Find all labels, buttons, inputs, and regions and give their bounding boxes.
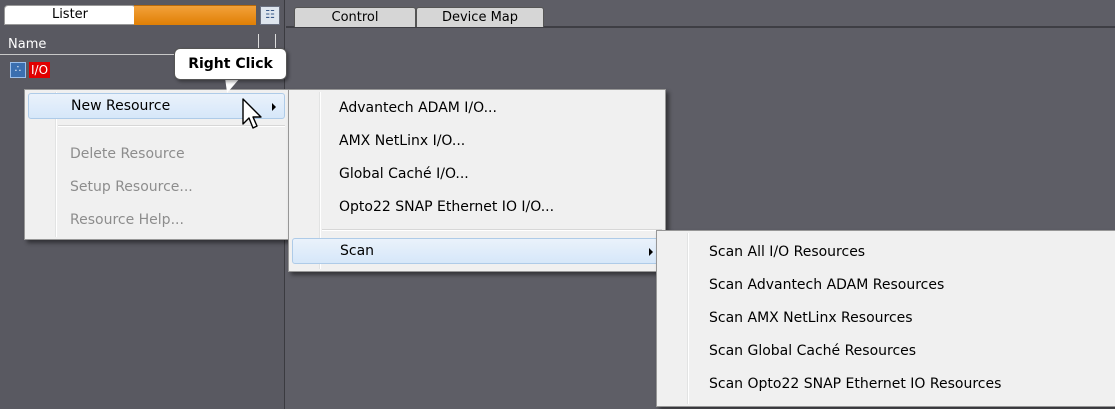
submenu-arrow-icon <box>272 103 276 111</box>
menu-item-scan-global-cache[interactable]: Scan Global Caché Resources <box>660 338 1112 364</box>
menu-item-opto22[interactable]: Opto22 SNAP Ethernet IO I/O... <box>292 194 662 220</box>
tree-item-label: I/O <box>29 62 51 78</box>
mouse-cursor-icon <box>242 98 262 129</box>
menu-item-scan-all[interactable]: Scan All I/O Resources <box>660 239 1112 265</box>
menu-item-resource-help[interactable]: Resource Help... <box>28 207 285 233</box>
column-divider[interactable] <box>258 34 276 49</box>
new-resource-submenu: Advantech ADAM I/O... AMX NetLinx I/O...… <box>288 89 666 272</box>
lister-tab[interactable]: Lister <box>4 5 136 25</box>
menu-item-scan-opto22[interactable]: Scan Opto22 SNAP Ethernet IO Resources <box>660 371 1112 397</box>
menu-item-amx-netlinx[interactable]: AMX NetLinx I/O... <box>292 128 662 154</box>
tab-control[interactable]: Control <box>294 7 416 27</box>
menu-item-label: New Resource <box>71 98 171 114</box>
menu-item-scan[interactable]: Scan <box>292 238 662 264</box>
panel-layout-icon[interactable]: ☷ <box>260 6 280 25</box>
scan-submenu: Scan All I/O Resources Scan Advantech AD… <box>656 230 1115 407</box>
menu-separator <box>322 229 662 231</box>
tab-device-map[interactable]: Device Map <box>416 7 544 27</box>
submenu-arrow-icon <box>649 248 653 256</box>
menu-item-setup-resource[interactable]: Setup Resource... <box>28 174 285 200</box>
menu-item-scan-advantech[interactable]: Scan Advantech ADAM Resources <box>660 272 1112 298</box>
menu-item-label: Scan <box>340 243 375 259</box>
menu-item-global-cache[interactable]: Global Caché I/O... <box>292 161 662 187</box>
menu-item-advantech-adam[interactable]: Advantech ADAM I/O... <box>292 95 662 121</box>
menu-item-delete-resource[interactable]: Delete Resource <box>28 141 285 167</box>
tree-item-io[interactable]: ∴ I/O <box>10 61 51 79</box>
io-resource-icon: ∴ <box>10 62 26 78</box>
menu-item-scan-amx[interactable]: Scan AMX NetLinx Resources <box>660 305 1112 331</box>
lister-tab-strip <box>134 5 256 25</box>
right-click-callout: Right Click <box>174 48 287 80</box>
